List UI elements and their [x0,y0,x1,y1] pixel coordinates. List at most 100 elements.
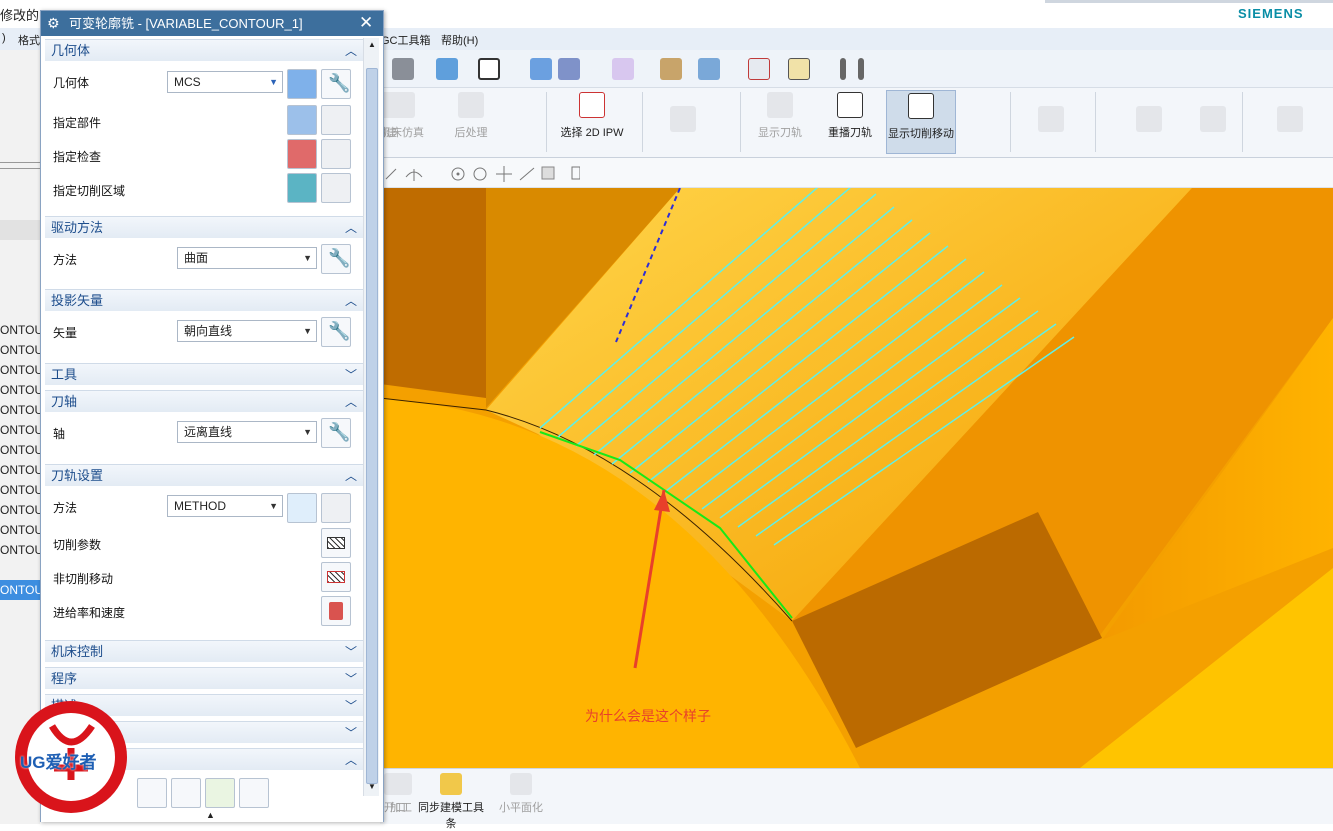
specify-part-button[interactable] [287,105,317,135]
new-method-button[interactable] [287,493,317,523]
sheet-metal-icon[interactable] [392,58,414,80]
chevron-up-icon: ︿ [344,395,357,409]
show-toolpath-button[interactable]: 显示刀轨 [752,90,808,154]
specify-cut-area-button[interactable] [287,173,317,203]
show-cut-move-button[interactable]: 显示切削移动 [886,90,956,154]
close-icon[interactable]: ✕ [359,10,373,35]
vector-label: 矢量 [53,326,78,340]
view-frame-icon[interactable] [478,58,500,80]
display-part-button[interactable] [321,105,351,135]
block-icon[interactable] [436,58,458,80]
facet-button[interactable]: 小平面化 [486,773,556,815]
toolbar-dropdown-icon[interactable] [858,58,864,80]
drive-method-select[interactable]: 曲面 ▼ [177,247,317,269]
facet-icon [510,773,532,795]
geometry-select[interactable]: MCS ▼ [167,71,283,93]
cut-params-button[interactable] [321,528,351,558]
edit-vector-button[interactable]: 🔧 [321,317,351,347]
new-geometry-button[interactable] [287,69,317,99]
vector-select[interactable]: 朝向直线 ▼ [177,320,317,342]
section-program[interactable]: 程序 ﹀ [45,667,363,689]
section-machine-control[interactable]: 机床控制 ﹀ [45,640,363,662]
drive-method-label: 方法 [53,253,78,267]
replay-button[interactable] [171,778,201,808]
replay-toolpath-icon [837,92,863,118]
dimension-icon[interactable] [748,58,770,80]
specify-check-button[interactable] [287,139,317,169]
scroll-up-icon[interactable]: ▲ [368,40,376,49]
part-icon [1038,106,1064,132]
list-button[interactable] [239,778,269,808]
select-2d-ipw-button[interactable]: 选择 2D IPW [556,90,628,154]
section-tool-axis[interactable]: 刀轴 ︿ [45,390,363,412]
axis-select[interactable]: 远离直线 ▼ [177,421,317,443]
surface-tool-button[interactable] [648,90,718,154]
dialog-scrollbar[interactable]: ▲ ▼ [363,38,379,796]
ribbon-separator [1095,92,1096,152]
menu-item-gc-toolbox[interactable]: GC工具箱 [381,32,431,48]
ruler-icon[interactable] [788,58,810,80]
chevron-down-icon: ▼ [269,77,278,87]
navigator-row[interactable]: ONTOU [0,580,40,600]
navigator-row[interactable]: ONTOU [0,380,40,400]
navigator-row[interactable]: ONTOU [0,340,40,360]
navigator-row[interactable]: ONTOU [0,360,40,380]
edit-method-button[interactable] [321,493,351,523]
section-drive-method[interactable]: 驱动方法 ︿ [45,216,363,238]
pipe-tool-button[interactable] [1198,90,1228,154]
scroll-down-icon[interactable]: ▼ [368,782,376,791]
section-tool[interactable]: 工具 ﹀ [45,363,363,385]
feeds-button[interactable] [321,596,351,626]
spring-tool-button[interactable] [1104,90,1194,154]
navigator-row[interactable]: ONTOU [0,400,40,420]
display-cut-area-button[interactable] [321,173,351,203]
replay-toolpath-button[interactable]: 重播刀轨 [820,90,880,154]
transform-icon[interactable] [558,58,580,80]
chevron-down-icon: ▼ [269,501,278,511]
section-path-settings[interactable]: 刀轨设置 ︿ [45,464,363,486]
resize-grip-icon[interactable]: ▲ [206,810,215,820]
display-check-button[interactable] [321,139,351,169]
toolbar-dropdown-icon[interactable] [840,58,846,80]
edit-axis-button[interactable]: 🔧 [321,418,351,448]
edit-geometry-button[interactable]: 🔧 [321,69,351,99]
postprocess-button[interactable]: 后处理 [446,90,496,154]
chevron-down-icon: ▼ [303,326,312,336]
menu-item-help[interactable]: 帮助(H) [441,32,478,48]
menu-item-partial[interactable]: ) [2,32,6,44]
sync-modeling-button[interactable]: 同步建模工具条 [416,773,486,831]
menu-item-format[interactable]: 格式 [18,32,40,48]
wrench-icon: 🔧 [328,321,351,341]
surface-icon [670,106,696,132]
snap-icons[interactable] [380,163,580,183]
fitting-tool-button[interactable] [1250,90,1330,154]
analysis-icon[interactable] [660,58,682,80]
dialog-titlebar[interactable]: ⚙ 可变轮廓铣 - [VARIABLE_CONTOUR_1] ✕ [41,11,383,36]
navigator-row[interactable]: ONTOU [0,540,40,560]
navigator-row[interactable]: ONTOU [0,460,40,480]
method-select[interactable]: METHOD ▼ [167,495,283,517]
point-set-icon[interactable] [612,58,634,80]
navigator-row[interactable]: ONTOU [0,420,40,440]
direction-icon[interactable] [698,58,720,80]
fitting-icon [1277,106,1303,132]
navigator-row[interactable]: ONTOU [0,440,40,460]
scrollbar-thumb[interactable] [366,68,378,784]
navigator-row[interactable]: ONTOU [0,480,40,500]
navigator-row[interactable]: ONTOU [0,500,40,520]
generate-button[interactable] [137,778,167,808]
part-tool-button[interactable] [1016,90,1086,154]
edit-drive-button[interactable]: 🔧 [321,244,351,274]
ribbon-separator [1242,92,1243,152]
verify-button[interactable] [205,778,235,808]
cut-move-icon [908,93,934,119]
section-geometry[interactable]: 几何体 ︿ [45,39,363,61]
move-object-icon[interactable] [530,58,552,80]
graphics-viewport[interactable]: 为什么会是这个样子 [380,188,1333,768]
non-cut-button[interactable] [321,562,351,592]
navigator-row[interactable]: ONTOU [0,320,40,340]
annotation-text: 为什么会是这个样子 [585,708,711,724]
navigator-row[interactable]: ONTOU [0,520,40,540]
gear-icon: ⚙ [47,15,60,31]
section-projection-vector[interactable]: 投影矢量 ︿ [45,289,363,311]
